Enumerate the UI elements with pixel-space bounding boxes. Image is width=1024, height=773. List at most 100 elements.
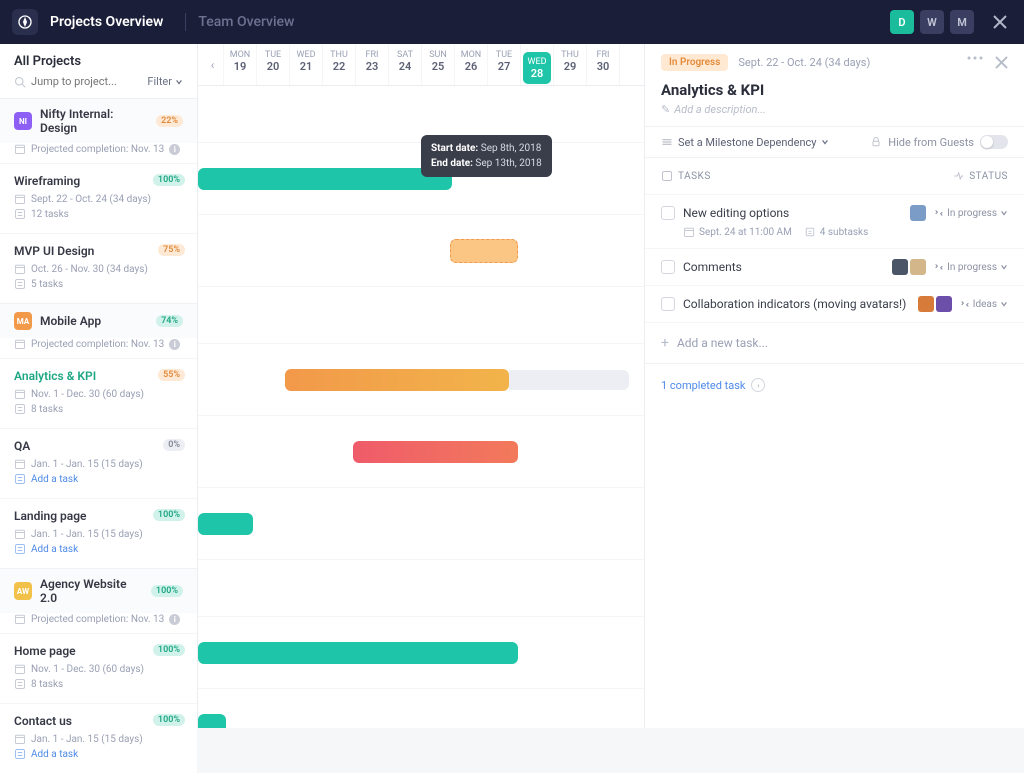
tl-row (198, 689, 644, 728)
add-task-link[interactable]: Add a task (14, 748, 183, 760)
gantt-bar-qa[interactable] (353, 441, 518, 463)
nav-divider (185, 13, 186, 31)
task-wireframing[interactable]: Wireframing 100% Sept. 22 - Oct. 24 (34 … (0, 163, 197, 233)
day-cell[interactable]: MON26 (455, 44, 488, 85)
detail-desc[interactable]: ✎Add a description... (645, 99, 1024, 126)
sidebar-title: All Projects (14, 54, 183, 69)
project-badge: MA (14, 312, 32, 330)
assignee-avatar[interactable] (936, 296, 952, 312)
project-sub: Projected completion: Nov. 13 i (0, 143, 197, 163)
gantt-bar-wireframing[interactable] (198, 168, 452, 190)
timeline-header: ‹MON19TUE20WED21THU22FRI23SAT24SUN25MON2… (198, 44, 644, 86)
tooltip-bar-dates: Start date: Sep 8th, 2018 End date: Sep … (421, 135, 552, 177)
info-icon[interactable]: i (169, 144, 180, 155)
detail-task-comments[interactable]: Comments In progress (645, 248, 1024, 285)
tl-row (198, 617, 644, 689)
tl-row (198, 287, 644, 344)
project-badge: AW (14, 582, 32, 600)
task-mvp-ui[interactable]: MVP UI Design 75% Oct. 26 - Nov. 30 (34 … (0, 233, 197, 303)
tl-row (198, 560, 644, 617)
detail-dates: Sept. 22 - Oct. 24 (34 days) (738, 56, 870, 69)
gantt-bar-contact[interactable] (198, 714, 226, 729)
project-pct: 22% (156, 115, 183, 127)
task-qa[interactable]: QA 0% Jan. 1 - Jan. 15 (15 days) Add a t… (0, 428, 197, 498)
timeline[interactable]: ‹MON19TUE20WED21THU22FRI23SAT24SUN25MON2… (198, 44, 644, 728)
panel-close-icon[interactable] (995, 56, 1008, 69)
task-analytics[interactable]: Analytics & KPI 55% Nov. 1 - Dec. 30 (60… (0, 358, 197, 428)
tl-row (198, 215, 644, 287)
more-icon[interactable] (967, 56, 983, 60)
day-cell-today[interactable]: WED28 (521, 44, 554, 85)
plus-icon: + (661, 335, 669, 351)
tl-row (198, 488, 644, 560)
project-header-nifty[interactable]: NI Nifty Internal: Design 22% (0, 99, 197, 143)
detail-task-editing[interactable]: New editing options In progress Sept. 24… (645, 194, 1024, 248)
task-status[interactable]: Ideas (960, 299, 1008, 310)
tl-row (198, 86, 644, 143)
milestone-button[interactable]: Set a Milestone Dependency (661, 136, 829, 149)
project-name: Mobile App (40, 314, 148, 328)
checkbox[interactable] (661, 260, 675, 274)
task-landing[interactable]: Landing page 100% Jan. 1 - Jan. 15 (15 d… (0, 498, 197, 568)
detail-task-collab[interactable]: Collaboration indicators (moving avatars… (645, 285, 1024, 322)
checkbox[interactable] (661, 297, 675, 311)
hide-guests-toggle[interactable]: Hide from Guests (870, 135, 1008, 149)
day-cell[interactable]: WED21 (290, 44, 323, 85)
day-cell[interactable]: TUE20 (257, 44, 290, 85)
close-icon[interactable] (988, 10, 1012, 34)
nav-team-overview[interactable]: Team Overview (198, 14, 294, 30)
task-contact[interactable]: Contact us 100% Jan. 1 - Jan. 15 (15 day… (0, 703, 197, 773)
avatar-w[interactable]: W (920, 10, 944, 34)
topbar: Projects Overview Team Overview D W M (0, 0, 1024, 44)
day-cell[interactable]: SAT24 (389, 44, 422, 85)
avatar-m[interactable]: M (950, 10, 974, 34)
add-task-link[interactable]: Add a task (14, 543, 183, 555)
project-pct: 74% (156, 315, 183, 327)
app-logo[interactable] (12, 9, 38, 35)
gantt-bar-analytics[interactable] (285, 369, 509, 391)
task-home[interactable]: Home page 100% Nov. 1 - Dec. 30 (60 days… (0, 633, 197, 703)
detail-title: Analytics & KPI (645, 81, 1024, 99)
lock-icon (870, 136, 882, 148)
filter-button[interactable]: Filter (147, 75, 183, 88)
chevron-right-icon: › (751, 378, 765, 392)
checkbox[interactable] (661, 206, 675, 220)
timeline-prev[interactable]: ‹ (202, 44, 224, 85)
completed-tasks-link[interactable]: 1 completed task › (645, 363, 1024, 406)
day-cell[interactable]: SUN25 (422, 44, 455, 85)
project-name: Nifty Internal: Design (40, 107, 148, 135)
tl-row (198, 416, 644, 488)
nav-projects-overview[interactable]: Projects Overview (50, 14, 163, 30)
gantt-bar-home[interactable] (198, 642, 518, 664)
avatar-d[interactable]: D (890, 10, 914, 34)
project-header-mobile[interactable]: MA Mobile App 74% (0, 304, 197, 338)
task-status[interactable]: In progress (934, 262, 1008, 273)
assignee-avatar[interactable] (918, 296, 934, 312)
timeline-body: Start date: Sep 8th, 2018 End date: Sep … (198, 86, 644, 728)
sidebar: All Projects Filter NI Nifty Internal: D… (0, 44, 198, 728)
gantt-bar-mvp[interactable] (450, 239, 518, 263)
info-icon[interactable]: i (169, 614, 180, 625)
gantt-bar-landing[interactable] (198, 513, 253, 535)
toggle[interactable] (980, 135, 1008, 149)
project-header-agency[interactable]: AW Agency Website 2.0 100% (0, 569, 197, 613)
day-cell[interactable]: TUE27 (488, 44, 521, 85)
info-icon[interactable]: i (169, 339, 180, 350)
status-label: STATUS (969, 171, 1008, 182)
add-task-button[interactable]: + Add a new task... (645, 322, 1024, 363)
assignee-avatar[interactable] (910, 259, 926, 275)
gantt-bar-ext (509, 370, 629, 390)
status-badge[interactable]: In Progress (661, 54, 728, 71)
day-cell[interactable]: MON19 (224, 44, 257, 85)
day-cell[interactable]: FRI30 (587, 44, 620, 85)
day-cell[interactable]: THU22 (323, 44, 356, 85)
assignee-avatar[interactable] (910, 205, 926, 221)
project-badge: NI (14, 112, 32, 130)
search-input[interactable] (31, 75, 131, 88)
day-cell[interactable]: THU29 (554, 44, 587, 85)
add-task-link[interactable]: Add a task (14, 473, 183, 485)
project-sub: Projected completion: Nov. 13 i (0, 338, 197, 358)
day-cell[interactable]: FRI23 (356, 44, 389, 85)
task-status[interactable]: In progress (934, 208, 1008, 219)
assignee-avatar[interactable] (892, 259, 908, 275)
